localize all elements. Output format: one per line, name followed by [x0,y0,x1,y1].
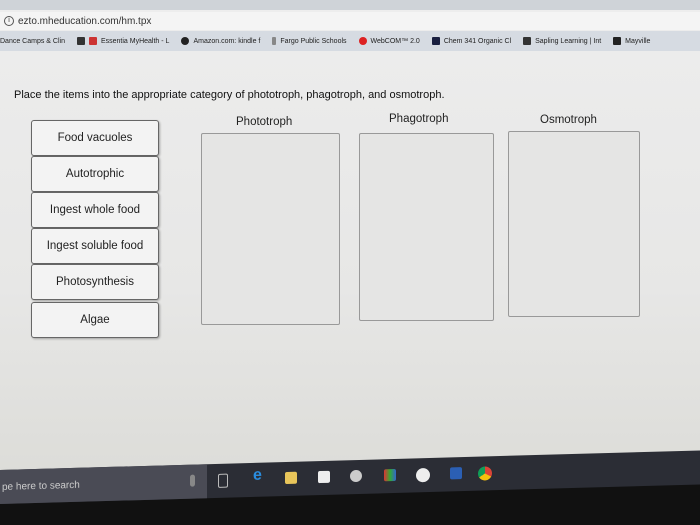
edge-icon[interactable]: e [253,467,265,484]
bookmark[interactable]: Amazon.com: kindle f [181,37,260,45]
address-bar[interactable]: i ezto.mheducation.com/hm.tpx [0,12,700,30]
drop-zone-osmotroph[interactable] [508,131,640,317]
amazon-icon [181,37,190,45]
drop-zone-phagotroph[interactable] [359,133,494,321]
bookmark-icon [88,37,97,45]
draggable-item[interactable]: Autotrophic [31,156,159,192]
bookmark[interactable]: Fargo Public Schools [272,37,347,45]
bookmark-icon [431,37,440,45]
screen: i ezto.mheducation.com/hm.tpx Dance Camp… [0,0,700,480]
url-text: ezto.mheducation.com/hm.tpx [18,15,152,27]
info-icon[interactable]: i [4,16,14,26]
bookmark[interactable]: Sapling Learning | Int [523,37,601,45]
bookmarks-bar: Dance Camps & Clin Essentia MyHealth - L… [0,31,700,51]
word-icon[interactable] [450,467,462,480]
draggable-item[interactable]: Algae [31,302,159,338]
drop-zone-phototroph[interactable] [201,133,340,325]
bookmark[interactable]: Chem 341 Organic Cl [431,37,511,45]
bookmark[interactable]: Dance Camps & Clin [0,38,65,45]
camera-icon[interactable] [350,469,362,483]
bookmark[interactable]: Mayville [613,37,650,45]
category-header-phagotroph: Phagotroph [389,113,449,125]
mayville-icon [613,37,622,45]
app-icon[interactable] [384,468,396,482]
draggable-item[interactable]: Ingest soluble food [31,228,159,264]
bookmark[interactable]: WebCOM™ 2.0 [358,37,420,45]
chrome-icon[interactable] [478,466,492,481]
category-header-phototroph: Phototroph [236,116,293,128]
draggable-item[interactable]: Ingest whole food [31,192,159,228]
hp-icon[interactable] [416,467,430,483]
bookmark[interactable]: Essentia MyHealth - L [76,37,169,45]
bookmark-icon [272,37,277,45]
file-explorer-icon[interactable] [285,471,297,485]
mic-icon[interactable] [190,474,195,487]
category-header-osmotroph: Osmotroph [540,114,597,126]
draggable-item[interactable]: Photosynthesis [31,264,159,300]
tab-strip [0,0,700,10]
question-text: Place the items into the appropriate cat… [14,89,445,101]
webcom-icon [358,37,367,45]
taskbar-search[interactable]: pe here to search [0,464,207,504]
store-icon[interactable] [318,470,330,484]
draggable-item[interactable]: Food vacuoles [31,120,159,156]
sapling-icon [523,37,532,45]
task-view-icon[interactable] [218,473,228,488]
bookmark-icon [76,37,85,45]
